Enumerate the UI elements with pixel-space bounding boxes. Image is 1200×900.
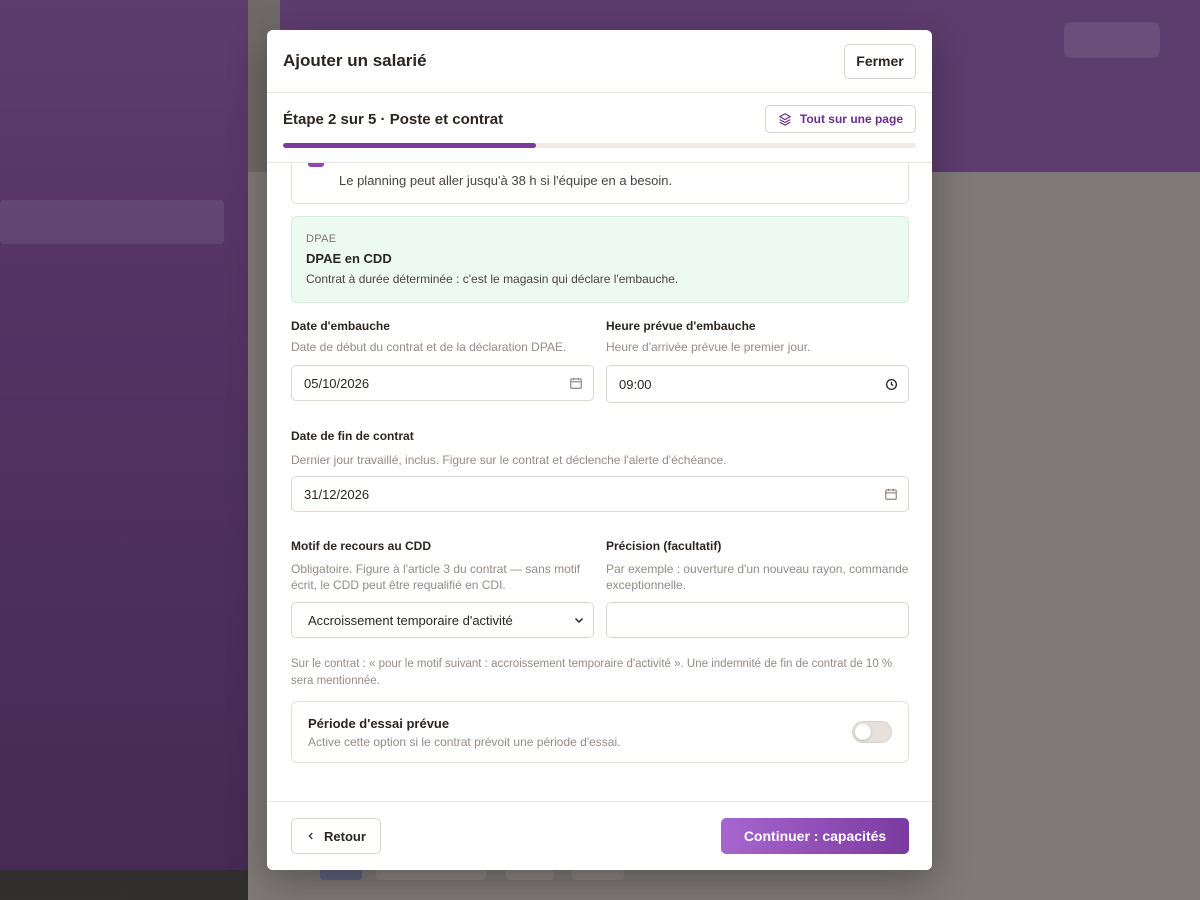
reason-row: Motif de recours au CDD Obligatoire. Fig… (291, 539, 909, 638)
step-progress-fill (283, 143, 537, 148)
chevron-left-icon (306, 831, 316, 841)
hours-option-description: Le planning peut aller jusqu'à 38 h si l… (339, 173, 673, 188)
calendar-icon[interactable] (884, 487, 898, 501)
end-date-field: Date de fin de contrat Dernier jour trav… (291, 429, 909, 512)
chevron-down-icon[interactable] (573, 614, 585, 626)
hire-time-help: Heure d'arrivée prévue le premier jour. (606, 340, 811, 354)
hours-option-card[interactable]: Le planning peut aller jusqu'à 38 h si l… (291, 163, 909, 204)
hire-date-label: Date d'embauche (291, 319, 390, 333)
precision-label: Précision (facultatif) (606, 539, 722, 553)
one-page-button[interactable]: Tout sur une page (764, 105, 916, 133)
precision-input[interactable] (606, 602, 909, 638)
modal-body[interactable]: Le planning peut aller jusqu'à 38 h si l… (267, 163, 932, 801)
contract-note: Sur le contrat : « pour le motif suivant… (291, 658, 893, 687)
precision-field: Précision (facultatif) Par exemple : ouv… (606, 539, 909, 638)
end-date-help: Dernier jour travaillé, inclus. Figure s… (291, 453, 727, 467)
dpae-title: DPAE en CDD (306, 251, 392, 266)
checkbox-icon[interactable] (308, 163, 324, 167)
dpae-kicker: DPAE (306, 233, 337, 245)
toggle-knob (855, 724, 871, 740)
trial-period-toggle[interactable] (852, 721, 892, 743)
hire-date-input[interactable]: 05/10/2026 (291, 365, 594, 401)
trial-period-title: Période d'essai prévue (308, 715, 450, 731)
back-button[interactable]: Retour (291, 818, 381, 854)
hire-time-value: 09:00 (619, 376, 652, 392)
reason-help: Obligatoire. Figure à l'article 3 du con… (291, 562, 581, 592)
step-title: Étape 2 sur 5 · Poste et contrat (283, 110, 504, 128)
close-button[interactable]: Fermer (844, 43, 916, 79)
layers-icon (778, 112, 792, 126)
hire-date-field: Date d'embauche Date de début du contrat… (291, 319, 594, 403)
calendar-icon[interactable] (569, 376, 583, 390)
hire-row: Date d'embauche Date de début du contrat… (291, 319, 909, 403)
back-label: Retour (324, 828, 366, 844)
end-date-label: Date de fin de contrat (291, 429, 414, 443)
end-date-input[interactable]: 31/12/2026 (291, 476, 909, 512)
reason-field: Motif de recours au CDD Obligatoire. Fig… (291, 539, 594, 638)
one-page-label: Tout sur une page (799, 112, 903, 126)
hire-time-field: Heure prévue d'embauche Heure d'arrivée … (606, 319, 909, 403)
add-employee-modal: Ajouter un salarié Fermer Étape 2 sur 5 … (267, 30, 932, 870)
dpae-description: Contrat à durée déterminée : c'est le ma… (306, 272, 679, 286)
trial-period-text: Période d'essai prévue Active cette opti… (308, 716, 620, 749)
modal-header: Ajouter un salarié Fermer (267, 30, 932, 93)
modal-footer: Retour Continuer : capacités (267, 801, 932, 870)
precision-help: Par exemple : ouverture d'un nouveau ray… (606, 562, 909, 592)
reason-select[interactable]: Accroissement temporaire d'activité (291, 602, 594, 638)
end-date-value: 31/12/2026 (304, 486, 370, 502)
trial-period-description: Active cette option si le contrat prévoi… (308, 734, 621, 749)
hire-time-label: Heure prévue d'embauche (606, 319, 756, 333)
reason-label: Motif de recours au CDD (291, 539, 432, 553)
dpae-info-box: DPAE DPAE en CDD Contrat à durée détermi… (291, 216, 909, 303)
reason-selected-value: Accroissement temporaire d'activité (308, 612, 513, 628)
hire-date-value: 05/10/2026 (304, 375, 370, 391)
clock-icon[interactable] (885, 378, 898, 391)
hire-date-help: Date de début du contrat et de la déclar… (291, 340, 567, 354)
hire-time-input[interactable]: 09:00 (606, 365, 909, 403)
trial-period-card: Période d'essai prévue Active cette opti… (291, 701, 909, 763)
step-header: Étape 2 sur 5 · Poste et contrat Tout su… (267, 93, 932, 163)
step-progress-bar (283, 143, 916, 148)
continue-button[interactable]: Continuer : capacités (721, 818, 909, 854)
modal-title: Ajouter un salarié (283, 51, 427, 70)
